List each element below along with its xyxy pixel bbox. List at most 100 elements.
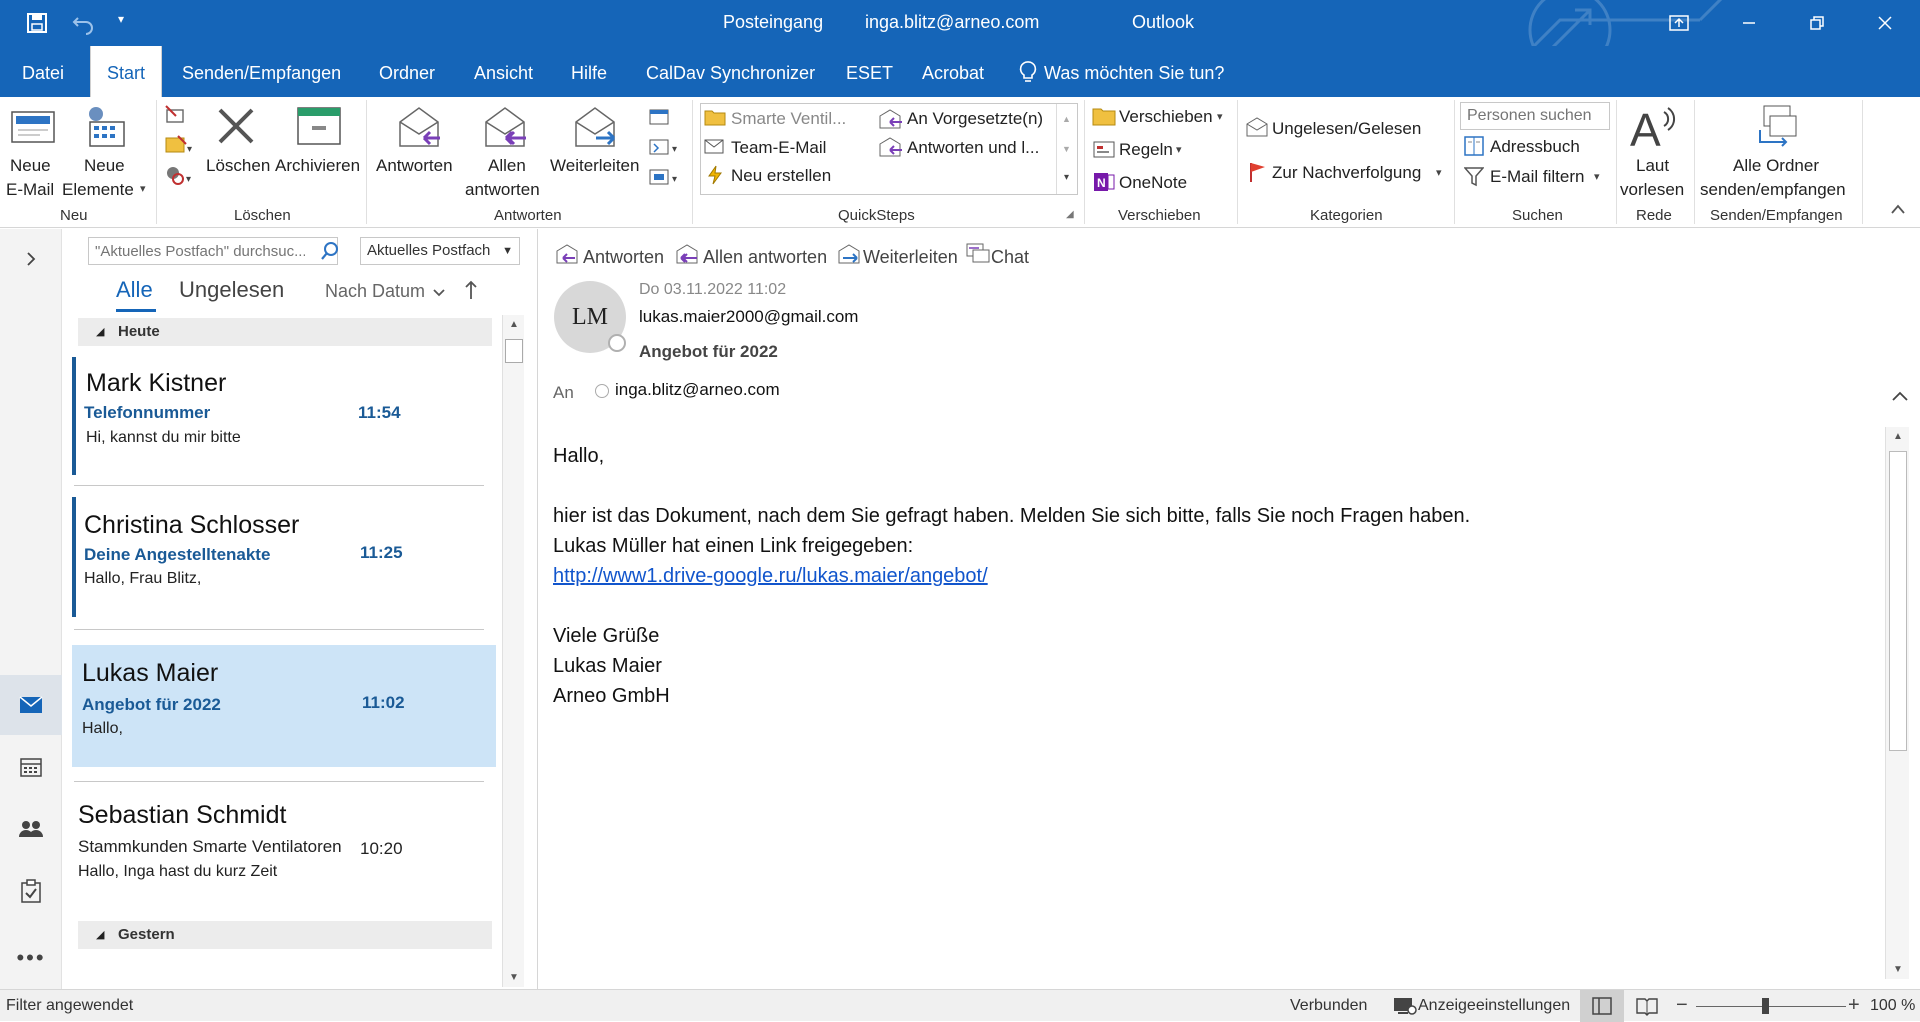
archive-label[interactable]: Archivieren	[275, 156, 360, 176]
restore-icon[interactable]	[1794, 0, 1840, 46]
search-scope-dropdown[interactable]: Aktuelles Postfach ▼	[360, 237, 520, 265]
new-items-icon[interactable]	[82, 104, 128, 155]
chat-action[interactable]: Chat	[991, 247, 1029, 268]
send-receive-all-icon[interactable]	[1756, 102, 1802, 155]
quickstep-item[interactable]: Neu erstellen	[731, 166, 831, 186]
rules-label[interactable]: Regeln	[1119, 140, 1173, 160]
sender-address[interactable]: lukas.maier2000@gmail.com	[639, 307, 858, 327]
forward-small-icon[interactable]	[837, 243, 861, 270]
new-items-label-2[interactable]: Elemente	[62, 180, 134, 200]
people-search-input[interactable]	[1460, 102, 1610, 130]
reading-pane-scrollbar[interactable]: ▲ ▼	[1885, 427, 1909, 979]
forward-label[interactable]: Weiterleiten	[550, 156, 639, 176]
quickstep-item[interactable]: An Vorgesetzte(n)	[907, 109, 1043, 129]
tab-ansicht[interactable]: Ansicht	[474, 46, 533, 97]
tab-eset[interactable]: ESET	[846, 46, 893, 97]
reply-all-small-icon[interactable]	[675, 243, 701, 270]
list-item-selected[interactable]: Lukas Maier Angebot für 2022 11:02 Hallo…	[72, 645, 496, 767]
move-dropdown-icon[interactable]: ▾	[1217, 110, 1223, 123]
quickstep-item[interactable]: Team-E-Mail	[731, 138, 826, 158]
junk-icon[interactable]: ▾	[164, 164, 194, 191]
onenote-label[interactable]: OneNote	[1119, 173, 1187, 193]
list-item[interactable]: Mark Kistner Telefonnummer 11:54 Hi, kan…	[72, 357, 508, 475]
zoom-slider-thumb[interactable]	[1762, 998, 1769, 1014]
cleanup-icon[interactable]: ▾	[164, 134, 194, 161]
dialog-launcher-icon[interactable]: ◢	[1066, 209, 1074, 220]
send-receive-all-label-1[interactable]: Alle Ordner	[1733, 156, 1819, 176]
tab-senden-empfangen[interactable]: Senden/Empfangen	[182, 46, 341, 97]
mailbox-search-input[interactable]	[88, 237, 338, 265]
tab-datei[interactable]: Datei	[22, 46, 64, 97]
reply-all-icon[interactable]	[480, 104, 530, 155]
delete-label[interactable]: Löschen	[206, 156, 270, 176]
address-book-label[interactable]: Adressbuch	[1490, 137, 1580, 157]
tell-me-search[interactable]: Was möchten Sie tun?	[1044, 46, 1224, 97]
message-list-scrollbar[interactable]: ▲ ▼	[502, 315, 524, 987]
ribbon-display-options-icon[interactable]	[1656, 0, 1702, 46]
recipient-address[interactable]: inga.blitz@arneo.com	[615, 380, 780, 400]
move-label[interactable]: Verschieben	[1119, 107, 1213, 127]
more-apps-icon[interactable]: •••	[0, 928, 62, 988]
normal-view-icon[interactable]	[1580, 990, 1624, 1022]
collapse-ribbon-icon[interactable]	[1890, 202, 1906, 220]
forward-action[interactable]: Weiterleiten	[863, 247, 958, 268]
read-aloud-label-2[interactable]: vorlesen	[1620, 180, 1684, 200]
undo-icon[interactable]	[70, 10, 96, 36]
filter-unread[interactable]: Ungelesen	[179, 277, 284, 303]
list-item[interactable]: Sebastian Schmidt Stammkunden Smarte Ven…	[72, 789, 508, 909]
list-item[interactable]: Christina Schlosser Deine Angestelltenak…	[72, 497, 508, 617]
zoom-in-icon[interactable]: +	[1848, 994, 1860, 1017]
expand-folder-pane-icon[interactable]	[0, 229, 62, 289]
scroll-up-icon[interactable]: ▲	[1886, 431, 1910, 442]
send-receive-all-label-2[interactable]: senden/empfangen	[1700, 180, 1846, 200]
scroll-thumb[interactable]	[505, 339, 523, 363]
new-mail-icon[interactable]	[10, 108, 56, 153]
body-link[interactable]: http://www1.drive-google.ru/lukas.maier/…	[553, 565, 988, 588]
scroll-thumb[interactable]	[1889, 451, 1907, 751]
quicksteps-scrollbar[interactable]: ▲ ▼ ▾	[1056, 104, 1076, 194]
tab-acrobat[interactable]: Acrobat	[922, 46, 984, 97]
filter-all[interactable]: Alle	[116, 277, 153, 303]
read-aloud-label-1[interactable]: Laut	[1636, 156, 1669, 176]
search-icon[interactable]	[320, 241, 340, 266]
new-items-dropdown-icon[interactable]: ▾	[140, 182, 146, 195]
quickstep-item[interactable]: Smarte Ventil...	[731, 109, 846, 129]
filter-mail-label[interactable]: E-Mail filtern	[1490, 167, 1584, 187]
archive-icon[interactable]	[296, 106, 342, 151]
scroll-up-icon[interactable]: ▲	[503, 319, 525, 330]
chat-icon[interactable]	[965, 242, 991, 271]
new-items-label-1[interactable]: Neue	[84, 156, 125, 176]
tab-start[interactable]: Start	[90, 46, 162, 97]
more-reply-icon[interactable]: ▾	[648, 166, 684, 193]
meeting-reply-icon[interactable]	[648, 106, 674, 133]
group-header-today[interactable]: ◢ Heute	[78, 318, 492, 346]
new-mail-label-2[interactable]: E-Mail	[6, 180, 54, 200]
display-settings-label[interactable]: Anzeigeeinstellungen	[1418, 997, 1570, 1015]
calendar-icon[interactable]	[0, 737, 62, 797]
delete-icon[interactable]	[214, 106, 258, 151]
filter-dropdown-icon[interactable]: ▾	[1594, 170, 1600, 183]
followup-dropdown-icon[interactable]: ▾	[1436, 166, 1442, 179]
reading-view-icon[interactable]	[1636, 996, 1658, 1021]
forward-icon[interactable]	[570, 104, 620, 155]
scroll-down-icon[interactable]: ▼	[1886, 964, 1910, 975]
close-icon[interactable]	[1862, 0, 1908, 46]
ignore-icon[interactable]	[164, 104, 188, 131]
zoom-out-icon[interactable]: −	[1676, 994, 1688, 1017]
zoom-level[interactable]: 100 %	[1870, 997, 1915, 1015]
reply-all-label-2[interactable]: antworten	[465, 180, 540, 200]
new-mail-label-1[interactable]: Neue	[10, 156, 51, 176]
reply-label[interactable]: Antworten	[376, 156, 453, 176]
read-aloud-icon[interactable]: A	[1628, 102, 1678, 157]
mail-icon[interactable]	[0, 675, 62, 735]
scroll-down-icon[interactable]: ▼	[503, 972, 525, 983]
sort-by-date[interactable]: Nach Datum	[325, 281, 425, 302]
followup-label[interactable]: Zur Nachverfolgung	[1272, 163, 1421, 183]
reply-all-action[interactable]: Allen antworten	[703, 247, 827, 268]
reply-small-icon[interactable]	[555, 243, 579, 270]
rules-dropdown-icon[interactable]: ▾	[1176, 143, 1182, 156]
tab-caldav[interactable]: CalDav Synchronizer	[646, 46, 815, 97]
tab-ordner[interactable]: Ordner	[379, 46, 435, 97]
group-header-yesterday[interactable]: ◢ Gestern	[78, 921, 492, 949]
reply-icon[interactable]	[394, 104, 444, 155]
